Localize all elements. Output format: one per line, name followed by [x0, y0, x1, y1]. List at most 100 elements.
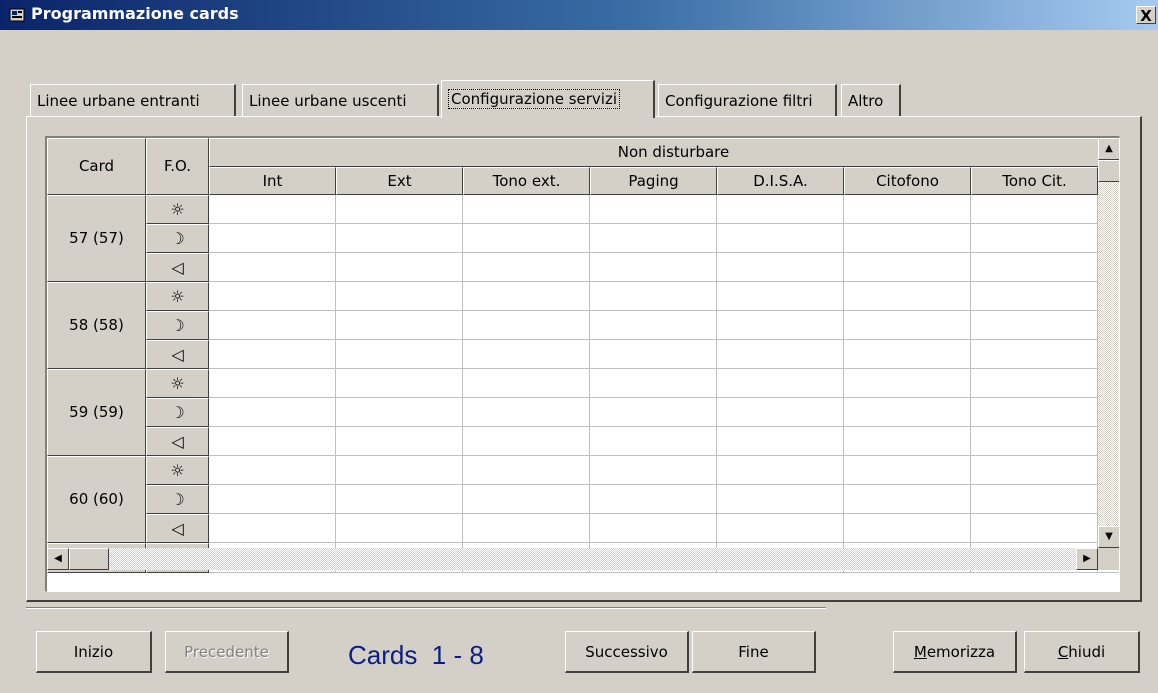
- grid-cell[interactable]: [590, 195, 717, 224]
- grid-cell[interactable]: [717, 427, 844, 456]
- grid-cell[interactable]: [717, 224, 844, 253]
- grid-cell[interactable]: [590, 253, 717, 282]
- grid-cell[interactable]: [717, 195, 844, 224]
- tab-linee-urbane-uscenti[interactable]: Linee urbane uscenti: [242, 84, 439, 116]
- grid-cell[interactable]: [590, 369, 717, 398]
- grid-cell[interactable]: [463, 456, 590, 485]
- horizontal-scroll-thumb[interactable]: [69, 548, 109, 570]
- services-grid[interactable]: ☼◁☽☼60 (60)◁☽☼59 (59)◁☽☼58 (58)◁☽☼57 (57…: [45, 136, 1120, 592]
- grid-cell[interactable]: [971, 369, 1098, 398]
- grid-cell[interactable]: [971, 311, 1098, 340]
- grid-cell[interactable]: [971, 514, 1098, 543]
- scroll-left-icon[interactable]: ◀: [47, 548, 69, 570]
- grid-cell[interactable]: [717, 485, 844, 514]
- grid-cell[interactable]: [971, 485, 1098, 514]
- grid-cell[interactable]: [463, 427, 590, 456]
- grid-cell[interactable]: [844, 398, 971, 427]
- grid-cell[interactable]: [717, 398, 844, 427]
- grid-cell[interactable]: [463, 369, 590, 398]
- grid-cell[interactable]: [844, 369, 971, 398]
- grid-cell[interactable]: [844, 224, 971, 253]
- grid-cell[interactable]: [209, 514, 336, 543]
- grid-cell[interactable]: [590, 398, 717, 427]
- tab-configurazione-servizi[interactable]: Configurazione servizi: [441, 80, 655, 118]
- grid-cell[interactable]: [463, 224, 590, 253]
- grid-cell[interactable]: [336, 340, 463, 369]
- grid-cell[interactable]: [590, 485, 717, 514]
- scroll-right-icon[interactable]: ▶: [1076, 548, 1098, 570]
- tab-configurazione-filtri[interactable]: Configurazione filtri: [658, 84, 837, 116]
- grid-cell[interactable]: [590, 456, 717, 485]
- grid-cell[interactable]: [590, 311, 717, 340]
- memorizza-button[interactable]: Memorizza: [893, 631, 1017, 673]
- close-button[interactable]: X: [1136, 6, 1156, 25]
- grid-cell[interactable]: [717, 369, 844, 398]
- grid-cell[interactable]: [463, 340, 590, 369]
- scroll-up-icon[interactable]: ▲: [1098, 138, 1119, 160]
- inizio-button[interactable]: Inizio: [36, 631, 152, 673]
- precedente-button[interactable]: Precedente: [165, 631, 289, 673]
- grid-cell[interactable]: [844, 485, 971, 514]
- scroll-down-icon[interactable]: ▼: [1098, 526, 1119, 548]
- fine-button[interactable]: Fine: [692, 631, 816, 673]
- grid-cell[interactable]: [717, 282, 844, 311]
- grid-cell[interactable]: [717, 311, 844, 340]
- grid-cell[interactable]: [971, 456, 1098, 485]
- grid-cell[interactable]: [336, 514, 463, 543]
- grid-cell[interactable]: [844, 195, 971, 224]
- grid-cell[interactable]: [717, 340, 844, 369]
- grid-cell[interactable]: [209, 456, 336, 485]
- grid-cell[interactable]: [971, 253, 1098, 282]
- grid-cell[interactable]: [209, 427, 336, 456]
- grid-cell[interactable]: [844, 340, 971, 369]
- grid-cell[interactable]: [717, 456, 844, 485]
- tab-altro[interactable]: Altro: [841, 84, 901, 116]
- grid-cell[interactable]: [844, 282, 971, 311]
- grid-cell[interactable]: [209, 311, 336, 340]
- successivo-button[interactable]: Successivo: [565, 631, 689, 673]
- grid-cell[interactable]: [844, 456, 971, 485]
- grid-cell[interactable]: [463, 195, 590, 224]
- chiudi-button[interactable]: Chiudi: [1024, 631, 1140, 673]
- grid-cell[interactable]: [336, 253, 463, 282]
- grid-cell[interactable]: [971, 282, 1098, 311]
- grid-cell[interactable]: [463, 311, 590, 340]
- grid-cell[interactable]: [209, 369, 336, 398]
- grid-cell[interactable]: [336, 282, 463, 311]
- horizontal-scrollbar[interactable]: ◀ ▶: [47, 548, 1098, 570]
- grid-cell[interactable]: [209, 340, 336, 369]
- grid-cell[interactable]: [336, 369, 463, 398]
- grid-cell[interactable]: [336, 195, 463, 224]
- grid-cell[interactable]: [971, 398, 1098, 427]
- grid-cell[interactable]: [590, 282, 717, 311]
- grid-cell[interactable]: [844, 514, 971, 543]
- grid-cell[interactable]: [209, 253, 336, 282]
- grid-cell[interactable]: [336, 311, 463, 340]
- grid-cell[interactable]: [209, 398, 336, 427]
- vertical-scroll-thumb[interactable]: [1098, 160, 1119, 182]
- grid-cell[interactable]: [971, 195, 1098, 224]
- grid-cell[interactable]: [209, 485, 336, 514]
- grid-cell[interactable]: [463, 514, 590, 543]
- grid-cell[interactable]: [590, 224, 717, 253]
- grid-cell[interactable]: [336, 485, 463, 514]
- grid-cell[interactable]: [336, 456, 463, 485]
- grid-cell[interactable]: [463, 485, 590, 514]
- grid-cell[interactable]: [971, 224, 1098, 253]
- grid-cell[interactable]: [590, 514, 717, 543]
- grid-cell[interactable]: [971, 427, 1098, 456]
- grid-cell[interactable]: [336, 224, 463, 253]
- grid-cell[interactable]: [717, 253, 844, 282]
- grid-cell[interactable]: [590, 340, 717, 369]
- grid-cell[interactable]: [971, 340, 1098, 369]
- grid-cell[interactable]: [209, 224, 336, 253]
- vertical-scrollbar[interactable]: ▲ ▼: [1098, 138, 1119, 548]
- grid-cell[interactable]: [844, 427, 971, 456]
- grid-cell[interactable]: [590, 427, 717, 456]
- grid-cell[interactable]: [844, 253, 971, 282]
- grid-cell[interactable]: [209, 282, 336, 311]
- grid-cell[interactable]: [463, 282, 590, 311]
- grid-cell[interactable]: [209, 195, 336, 224]
- grid-cell[interactable]: [463, 398, 590, 427]
- grid-cell[interactable]: [336, 427, 463, 456]
